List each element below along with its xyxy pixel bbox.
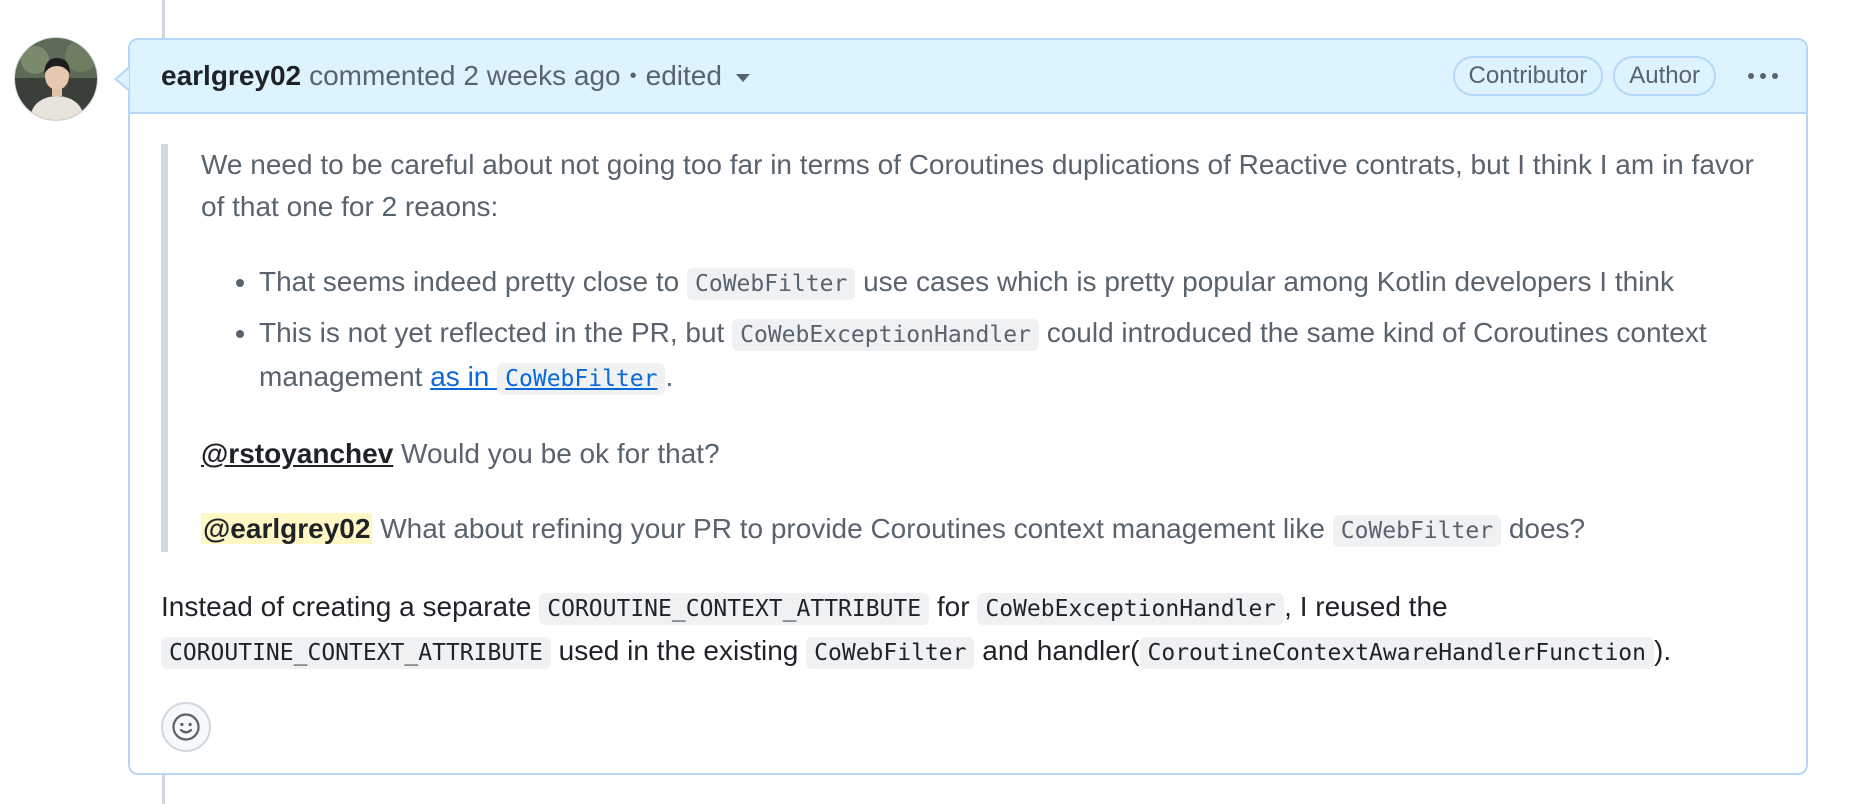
bullet-text: use cases which is pretty popular among … <box>855 266 1674 297</box>
comment-header: earlgrey02 commented 2 weeks ago • edite… <box>130 40 1806 114</box>
timestamp[interactable]: 2 weeks ago <box>463 60 620 92</box>
reply-text: ). <box>1654 635 1672 666</box>
list-item: That seems indeed pretty close to CoWebF… <box>259 261 1776 305</box>
reply-paragraph: Instead of creating a separate COROUTINE… <box>161 586 1776 674</box>
bullet-text: . <box>665 361 674 392</box>
comment-meta: earlgrey02 commented 2 weeks ago • edite… <box>161 40 750 112</box>
edited-dropdown[interactable]: edited <box>646 60 750 92</box>
quote-intro: We need to be careful about not going to… <box>201 149 1754 222</box>
mention-text: does? <box>1501 513 1586 544</box>
avatar[interactable] <box>14 37 98 121</box>
header-actions: Contributor Author <box>1452 40 1784 112</box>
bullet-text: This is not yet reflected in the PR, but <box>259 317 733 348</box>
user-mention[interactable]: @rstoyanchev <box>201 438 393 469</box>
mention-paragraph: @earlgrey02 What about refining your PR … <box>201 508 1776 552</box>
separator-dot: • <box>629 64 637 87</box>
action-text: commented <box>309 60 456 91</box>
bullet-text: That seems indeed pretty close to <box>259 266 687 297</box>
inline-code: CoWebExceptionHandler <box>977 593 1285 625</box>
inline-code: CoWebFilter <box>1332 515 1502 547</box>
reply-text: used in the existing <box>550 635 807 666</box>
mention-text: What about refining your PR to provide C… <box>372 513 1333 544</box>
self-mention[interactable]: @earlgrey02 <box>201 513 373 544</box>
contributor-badge: Contributor <box>1452 56 1604 96</box>
reply-text: and handler( <box>974 635 1140 666</box>
inline-code: CoWebExceptionHandler <box>732 319 1039 351</box>
reply-text: Instead of creating a separate <box>161 591 540 622</box>
reply-text: for <box>929 591 978 622</box>
inline-code: COROUTINE_CONTEXT_ATTRIBUTE <box>539 593 930 625</box>
inline-code: CoroutineContextAwareHandlerFunction <box>1139 637 1654 669</box>
comment-box: earlgrey02 commented 2 weeks ago • edite… <box>128 38 1808 775</box>
inline-code-link: CoWebFilter <box>497 363 666 395</box>
reply-text: , I reused the <box>1284 591 1448 622</box>
author-name[interactable]: earlgrey02 <box>161 60 301 92</box>
quote-bullet-list: That seems indeed pretty close to CoWebF… <box>201 261 1776 400</box>
list-item: This is not yet reflected in the PR, but… <box>259 312 1776 400</box>
add-reaction-button[interactable] <box>161 702 211 752</box>
avatar-photo <box>15 38 97 120</box>
inline-code: CoWebFilter <box>806 637 975 669</box>
smiley-icon <box>172 713 200 741</box>
edited-label: edited <box>645 60 722 91</box>
comment-caret-fill <box>117 69 129 89</box>
quoted-reply: We need to be careful about not going to… <box>161 144 1776 552</box>
mention-text: Would you be ok for that? <box>393 438 720 469</box>
link-text: as in <box>430 361 498 392</box>
chevron-down-icon <box>735 74 750 82</box>
inline-code: CoWebFilter <box>687 268 856 300</box>
author-badge: Author <box>1613 56 1716 96</box>
mention-paragraph: @rstoyanchev Would you be ok for that? <box>201 433 1776 475</box>
kebab-horizontal-icon[interactable] <box>1742 73 1784 79</box>
comment-body: We need to be careful about not going to… <box>161 114 1776 674</box>
inline-code: COROUTINE_CONTEXT_ATTRIBUTE <box>161 637 551 669</box>
as-in-link[interactable]: as in CoWebFilter <box>430 361 666 395</box>
